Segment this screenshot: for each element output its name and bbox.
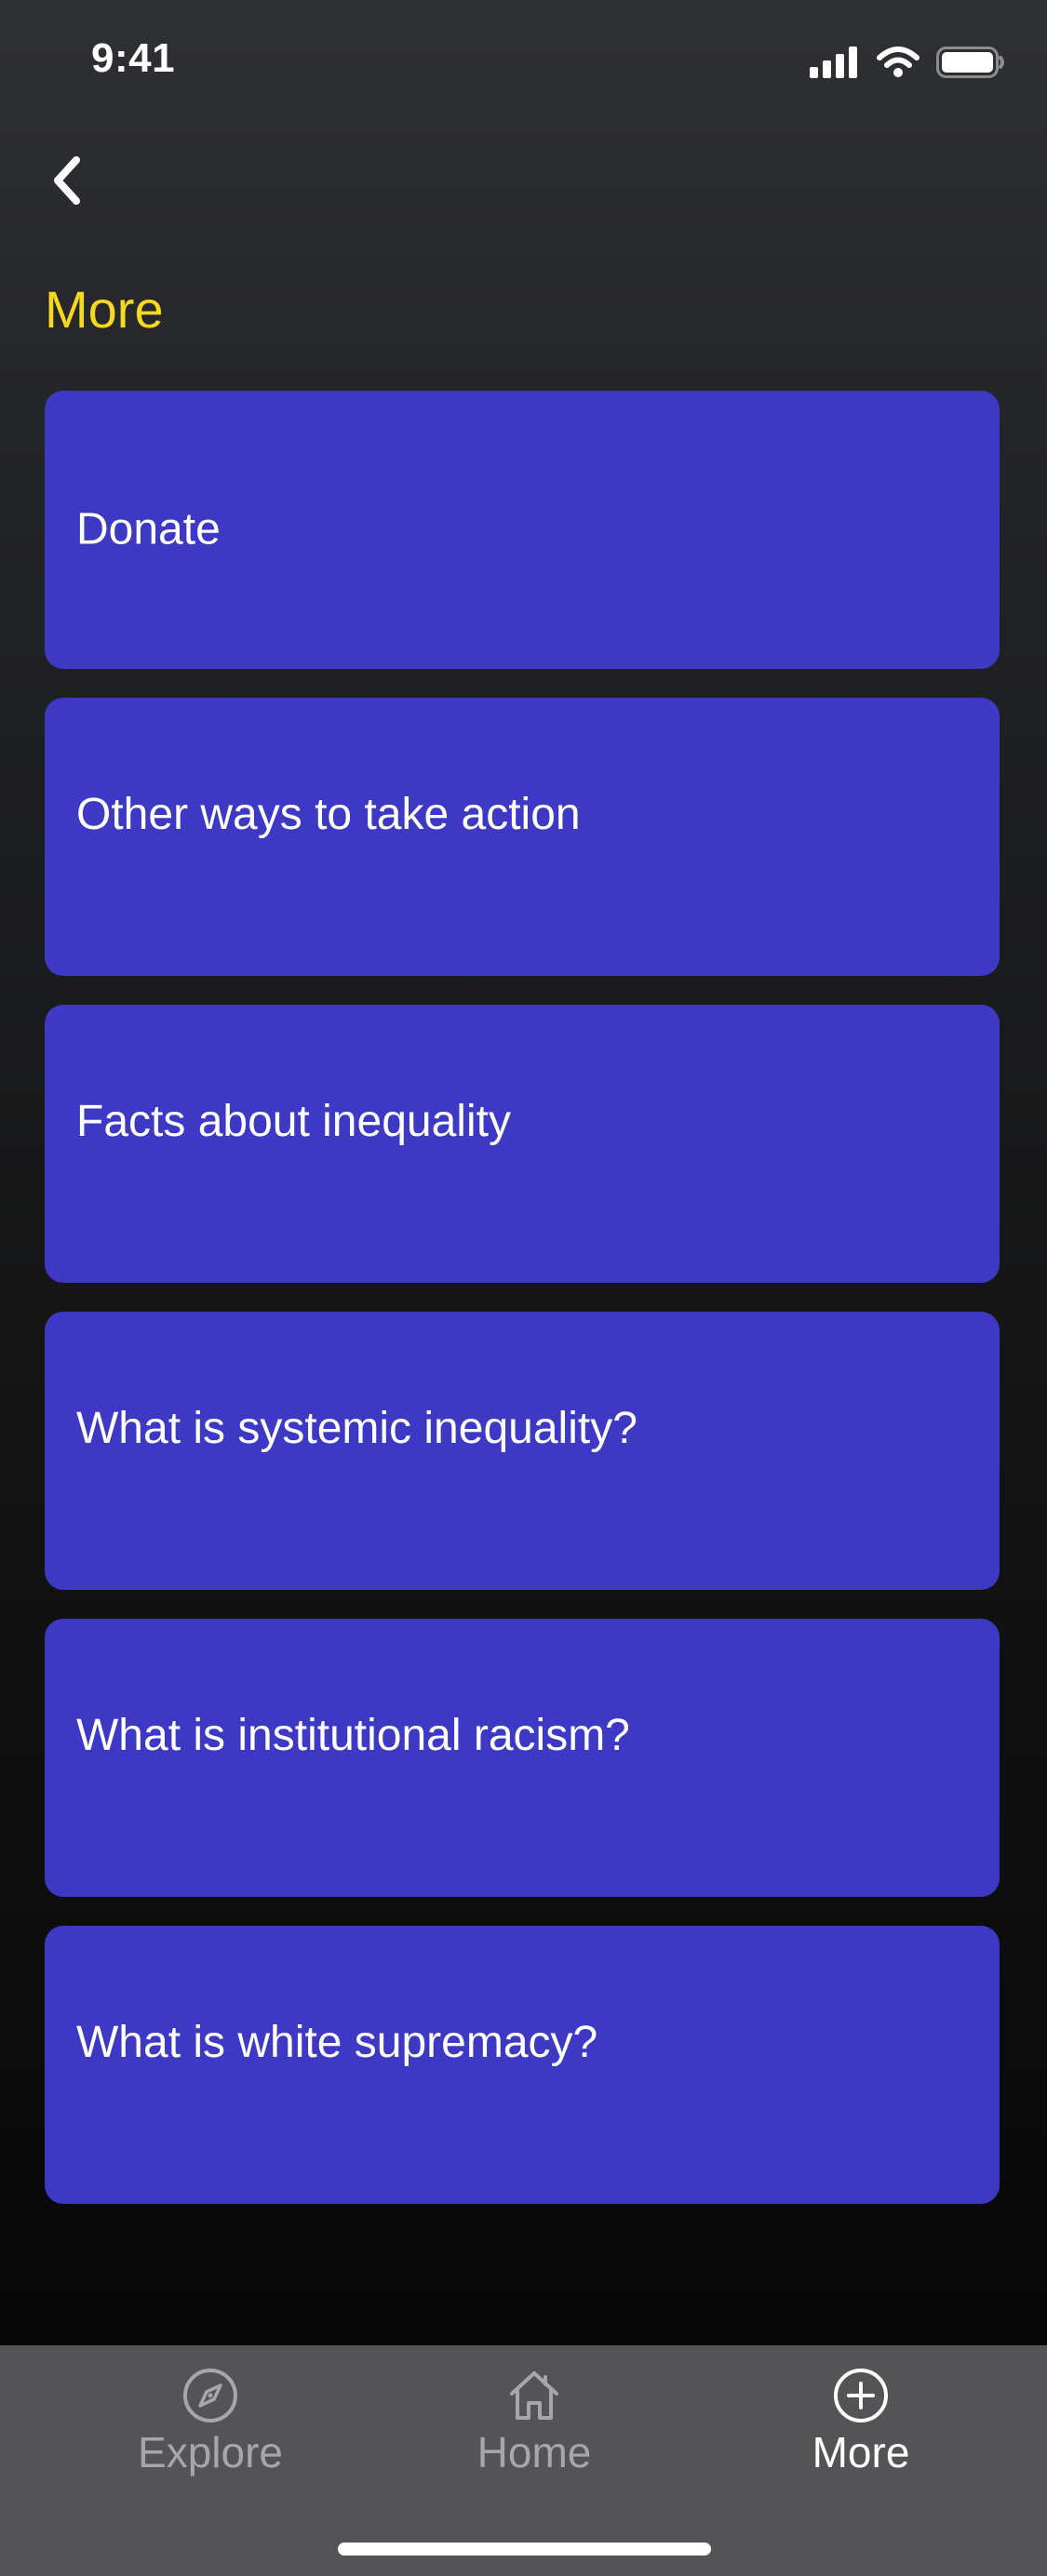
menu-item-label: Facts about inequality [76,1097,511,1146]
status-time: 9:41 [91,35,176,81]
menu-item-label: Other ways to take action [76,790,581,839]
menu-item-facts-about-inequality[interactable]: Facts about inequality [45,1005,1000,1283]
menu-item-what-is-white-supremacy[interactable]: What is white supremacy? [45,1926,1000,2204]
menu-item-donate[interactable]: Donate [45,391,1000,669]
menu-item-label: What is systemic inequality? [76,1404,638,1453]
tab-home[interactable]: Home [423,2366,646,2476]
back-button[interactable] [34,149,101,216]
plus-circle-icon [831,2366,891,2425]
tab-bar: Explore Home More [0,2345,1047,2576]
wifi-icon [877,47,919,78]
compass-icon [181,2366,240,2425]
tab-label: Explore [138,2428,283,2476]
page-title: More [45,280,164,339]
menu-item-what-is-systemic-inequality[interactable]: What is systemic inequality? [45,1312,1000,1590]
status-bar: 9:41 [0,0,1047,130]
home-icon [504,2366,564,2425]
menu-item-what-is-institutional-racism[interactable]: What is institutional racism? [45,1619,1000,1897]
tab-label: Home [477,2428,592,2476]
menu-item-label: What is institutional racism? [76,1711,630,1760]
status-icons [810,47,1005,78]
tab-label: More [812,2428,910,2476]
menu-list: Donate Other ways to take action Facts a… [45,391,1000,2204]
signal-bars-icon [810,47,860,78]
home-indicator [338,2543,711,2556]
menu-item-other-ways-to-take-action[interactable]: Other ways to take action [45,698,1000,976]
menu-item-label: What is white supremacy? [76,2018,598,2067]
tab-explore[interactable]: Explore [99,2366,322,2476]
battery-icon [936,47,1005,78]
chevron-left-icon [48,154,86,211]
menu-item-label: Donate [76,504,221,554]
tab-more[interactable]: More [749,2366,973,2476]
